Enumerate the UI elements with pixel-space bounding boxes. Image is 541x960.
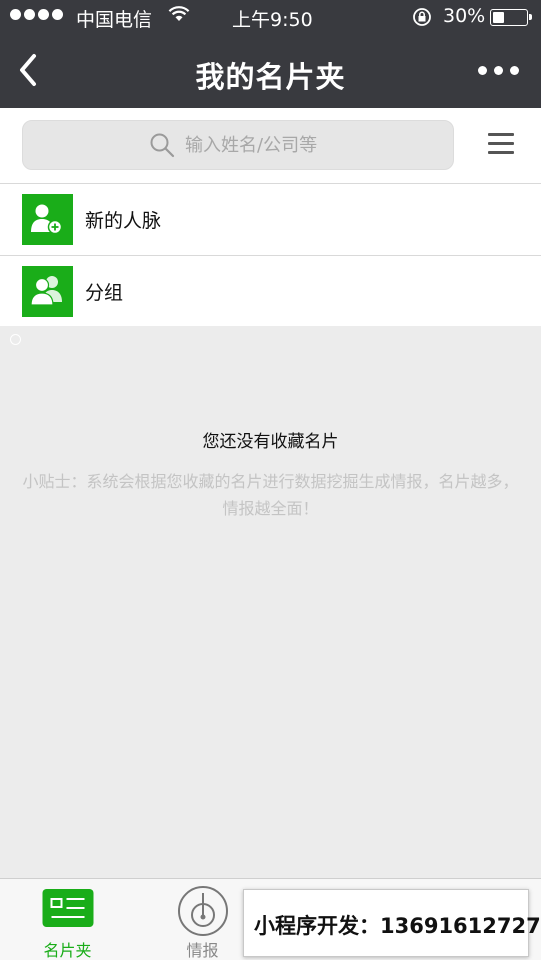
page-title: 我的名片夹 [195, 60, 346, 94]
empty-state-title: 您还没有收藏名片 [202, 432, 339, 452]
clock: 上午9:50 [232, 9, 313, 31]
tab-label: 名片夹 [43, 941, 92, 960]
list-item-label: 分组 [85, 282, 124, 304]
promo-text: 小程序开发：13691612727 [254, 914, 541, 938]
hamburger-menu-icon[interactable] [488, 133, 514, 157]
promo-banner: 小程序开发：13691612727 [243, 889, 541, 957]
search-icon [150, 133, 175, 158]
search-input[interactable] [185, 131, 435, 159]
signal-strength-icon [10, 9, 63, 345]
list-item-new-contacts[interactable]: 新的人脉 [0, 184, 541, 255]
top-bar: 中国电信 上午9:50 30% 我的名片夹 [0, 0, 541, 345]
list-item-groups[interactable]: 分组 [0, 255, 541, 326]
wifi-icon [168, 6, 190, 21]
battery-percent: 30% [443, 5, 486, 27]
carrier-name: 中国电信 [76, 9, 153, 31]
business-card-icon [42, 889, 93, 931]
group-icon [22, 266, 73, 317]
empty-state: 您还没有收藏名片 小贴士：系统会根据您收藏的名片进行数据挖掘生成情报，名片越多，… [0, 325, 541, 878]
tab-business-cards[interactable]: 名片夹 [0, 879, 135, 960]
search-box[interactable] [22, 120, 454, 170]
radar-icon [177, 885, 229, 941]
empty-state-tip: 小贴士：系统会根据您收藏的名片进行数据挖掘生成情报，名片越多，情报越全面！ [22, 472, 519, 518]
battery-icon [490, 9, 532, 26]
add-contact-icon [22, 194, 73, 245]
search-row [0, 108, 541, 184]
more-options-icon[interactable] [478, 66, 519, 75]
rotation-lock-icon [413, 8, 431, 26]
contact-actions-list: 新的人脉 分组 [0, 184, 541, 326]
status-bar: 中国电信 上午9:50 30% [0, 0, 541, 345]
list-item-label: 新的人脉 [85, 210, 162, 232]
navigation-bar: 我的名片夹 [0, 34, 541, 108]
